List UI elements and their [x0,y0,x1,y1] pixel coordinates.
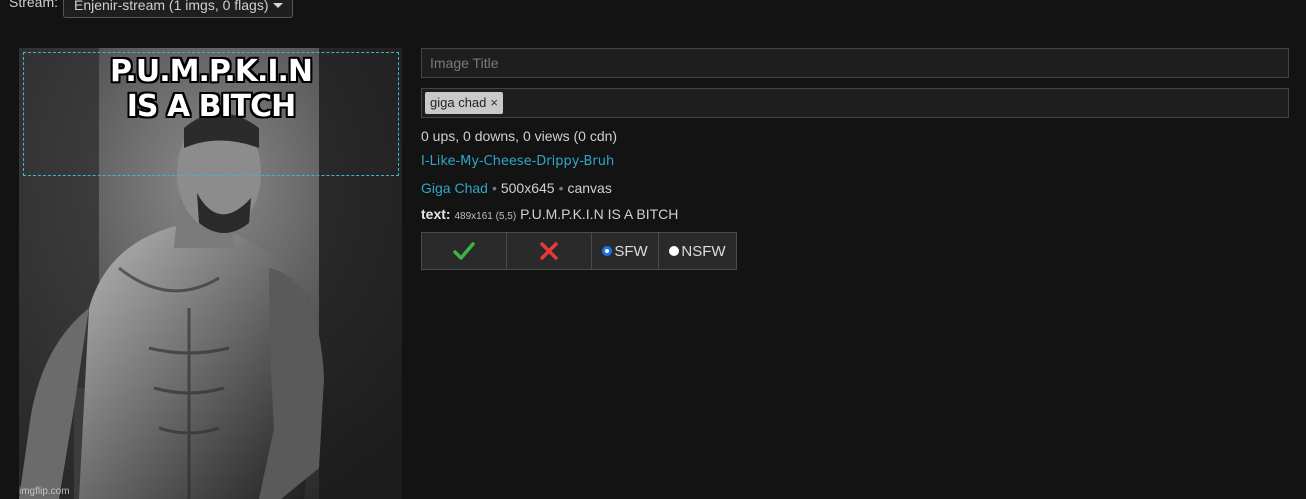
sfw-label: SFW [614,242,648,260]
text-content: P.U.M.P.K.I.N IS A BITCH [520,206,679,222]
image-dimensions: 500x645 [500,180,555,196]
tag-chip: giga chad × [425,92,503,114]
nsfw-radio-option[interactable]: NSFW [658,232,737,270]
text-box-dimensions: 489x161 (5,5) [454,211,517,222]
moderation-actions: SFW NSFW [421,232,737,270]
author-link[interactable]: I-Like-My-Cheese-Drippy-Bruh [421,154,614,169]
tags-input[interactable]: giga chad × [421,88,1289,118]
text-box-outline[interactable] [23,52,399,176]
sfw-radio-option[interactable]: SFW [591,232,659,270]
checkmark-icon [453,242,475,260]
tag-remove-button[interactable]: × [490,95,498,110]
stream-label: Stream: [9,0,59,10]
nsfw-label: NSFW [681,242,726,260]
template-link[interactable]: Giga Chad [421,180,488,196]
meme-image: P.U.M.P.K.I.N IS A BITCH imgflip.com [19,48,402,499]
watermark: imgflip.com [19,486,70,497]
text-info: text: 489x161 (5,5) P.U.M.P.K.I.N IS A BI… [421,206,678,222]
template-info: Giga Chad • 500x645 • canvas [421,180,612,196]
text-label: text: [421,206,451,222]
separator-dot: • [491,180,497,196]
stream-select[interactable]: Enjenir-stream (1 imgs, 0 flags) [63,0,293,18]
cross-icon [540,242,558,260]
stream-select-value: Enjenir-stream (1 imgs, 0 flags) [74,0,269,13]
render-type: canvas [567,180,612,196]
approve-button[interactable] [421,232,507,270]
chevron-down-icon [273,3,283,8]
separator-dot: • [558,180,564,196]
image-stats: 0 ups, 0 downs, 0 views (0 cdn) [421,128,618,144]
image-title-input[interactable] [421,48,1289,78]
tag-label: giga chad [430,95,487,110]
radio-unchecked-icon[interactable] [669,246,680,256]
radio-checked-icon[interactable] [602,246,613,256]
reject-button[interactable] [506,232,592,270]
top-bar: Stream: Enjenir-stream (1 imgs, 0 flags) [0,0,1306,28]
